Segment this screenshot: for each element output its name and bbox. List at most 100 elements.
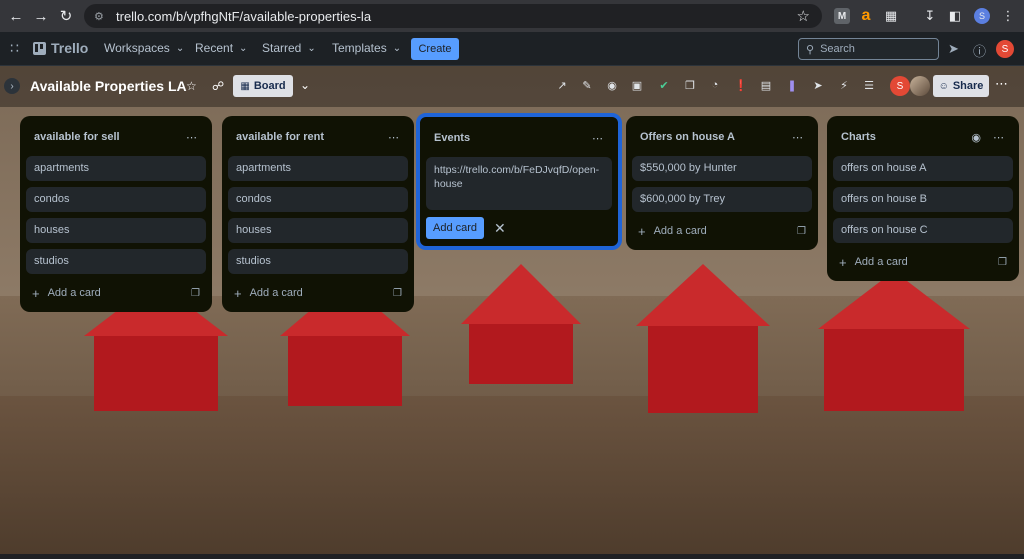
- copy-powerup-icon[interactable]: ❐: [683, 79, 697, 92]
- address-bar[interactable]: ⚙ trello.com/b/vpfhgNtF/available-proper…: [84, 4, 822, 28]
- card[interactable]: studios: [228, 249, 408, 274]
- url-text: trello.com/b/vpfhgNtF/available-properti…: [116, 8, 372, 24]
- list-charts[interactable]: Charts ◉ ⋯ offers on house A offers on h…: [827, 116, 1019, 281]
- extensions-puzzle-icon[interactable]: ▦: [881, 6, 901, 26]
- browser-menu-icon[interactable]: ⋮: [998, 6, 1018, 26]
- list-title[interactable]: Charts: [841, 131, 876, 143]
- app-switcher-icon[interactable]: ∷: [10, 41, 24, 55]
- site-settings-icon[interactable]: ⚙: [94, 10, 110, 23]
- add-card-button[interactable]: + Add a card: [638, 224, 707, 239]
- card[interactable]: $600,000 by Trey: [632, 187, 812, 212]
- list-actions-icon[interactable]: ⋯: [792, 131, 804, 144]
- search-input[interactable]: ⚲ Search: [798, 38, 939, 60]
- member-photo-avatar[interactable]: [910, 76, 930, 96]
- calendar-powerup-icon[interactable]: ▤: [759, 79, 773, 92]
- automation-icon[interactable]: ⚡: [837, 79, 851, 92]
- card[interactable]: offers on house C: [833, 218, 1013, 243]
- powerup-share-icon[interactable]: ↗: [555, 79, 569, 92]
- list-title[interactable]: available for rent: [236, 131, 324, 143]
- list-header: Charts ◉ ⋯: [833, 124, 1013, 150]
- views-chevron-down-icon[interactable]: ⌄: [300, 78, 310, 92]
- list-title[interactable]: available for sell: [34, 131, 120, 143]
- list-available-for-sell[interactable]: available for sell ⋯ apartments condos h…: [20, 116, 212, 312]
- extension-m-icon[interactable]: M: [834, 8, 850, 24]
- filter-icon[interactable]: ☰: [862, 79, 876, 92]
- check-powerup-icon[interactable]: ✔: [657, 79, 671, 92]
- list-actions-icon[interactable]: ⋯: [993, 131, 1005, 144]
- add-card-submit-button[interactable]: Add card: [426, 217, 484, 239]
- download-icon[interactable]: ↧: [920, 6, 940, 26]
- menu-starred[interactable]: Starred ⌄: [262, 41, 316, 55]
- github-powerup-icon[interactable]: ◉: [605, 79, 619, 92]
- add-card-row: + Add a card ❐: [833, 249, 1013, 275]
- member-avatar[interactable]: S: [890, 76, 910, 96]
- card[interactable]: houses: [228, 218, 408, 243]
- image-powerup-icon[interactable]: ▣: [630, 79, 644, 92]
- list-header: available for rent ⋯: [228, 124, 408, 150]
- notifications-icon[interactable]: ➤: [948, 41, 959, 57]
- amazon-extension-icon[interactable]: a: [856, 6, 876, 26]
- stack-powerup-icon[interactable]: ❚: [785, 79, 799, 92]
- menu-templates[interactable]: Templates ⌄: [332, 41, 401, 55]
- share-button[interactable]: ☺ Share: [933, 75, 989, 97]
- alert-powerup-icon[interactable]: ❗: [734, 79, 748, 92]
- card[interactable]: condos: [228, 187, 408, 212]
- card-title-textarea[interactable]: https://trello.com/b/FeDJvqfD/open-house: [426, 157, 612, 210]
- browser-profile-avatar[interactable]: S: [974, 8, 990, 24]
- add-card-button[interactable]: + Add a card: [839, 255, 908, 270]
- board-view-button[interactable]: ▦ Board: [233, 75, 293, 97]
- star-board-icon[interactable]: ☆: [186, 79, 197, 93]
- add-card-button[interactable]: + Add a card: [234, 286, 303, 301]
- list-actions-icon[interactable]: ⋯: [592, 132, 604, 145]
- add-card-row: + Add a card ❐: [26, 280, 206, 306]
- trello-logo[interactable]: Trello: [33, 40, 88, 56]
- create-from-template-icon[interactable]: ❐: [191, 288, 200, 299]
- list-events[interactable]: Events ⋯ https://trello.com/b/FeDJvqfD/o…: [416, 113, 622, 250]
- list-offers-on-house-a[interactable]: Offers on house A ⋯ $550,000 by Hunter $…: [626, 116, 818, 250]
- create-from-template-icon[interactable]: ❐: [797, 226, 806, 237]
- trello-header: ∷ Trello Workspaces ⌄ Recent ⌄ Starred ⌄ Te…: [0, 32, 1024, 66]
- add-card-row: + Add a card ❐: [228, 280, 408, 306]
- card[interactable]: condos: [26, 187, 206, 212]
- chevron-down-icon: ⌄: [175, 42, 185, 54]
- card[interactable]: apartments: [228, 156, 408, 181]
- add-card-button[interactable]: + Add a card: [32, 286, 101, 301]
- card[interactable]: offers on house A: [833, 156, 1013, 181]
- reload-icon[interactable]: ↻: [53, 3, 79, 29]
- chart-powerup-icon[interactable]: ◔: [708, 79, 722, 91]
- card[interactable]: $550,000 by Hunter: [632, 156, 812, 181]
- menu-workspaces[interactable]: Workspaces ⌄: [104, 41, 184, 55]
- list-title[interactable]: Events: [434, 132, 470, 144]
- menu-recent[interactable]: Recent ⌄: [195, 41, 247, 55]
- card[interactable]: offers on house B: [833, 187, 1013, 212]
- trello-logo-icon: [33, 41, 46, 55]
- close-icon[interactable]: ✕: [494, 220, 506, 237]
- powerup-pin-icon[interactable]: ✎: [580, 79, 594, 92]
- list-available-for-rent[interactable]: available for rent ⋯ apartments condos h…: [222, 116, 414, 312]
- list-header: available for sell ⋯: [26, 124, 206, 150]
- send-powerup-icon[interactable]: ➤: [811, 79, 825, 92]
- help-icon[interactable]: ⓘ: [973, 41, 986, 60]
- back-icon[interactable]: ←: [3, 3, 29, 29]
- list-title[interactable]: Offers on house A: [640, 131, 735, 143]
- list-actions-icon[interactable]: ⋯: [388, 131, 400, 144]
- expand-sidebar-icon[interactable]: ›: [4, 78, 20, 94]
- visibility-lock-icon[interactable]: ☍: [212, 79, 224, 93]
- bookmark-star-icon[interactable]: ☆: [797, 7, 810, 25]
- card[interactable]: apartments: [26, 156, 206, 181]
- create-from-template-icon[interactable]: ❐: [998, 257, 1007, 268]
- card[interactable]: houses: [26, 218, 206, 243]
- account-avatar[interactable]: S: [996, 40, 1014, 58]
- forward-icon[interactable]: →: [28, 3, 54, 29]
- card[interactable]: studios: [26, 249, 206, 274]
- plus-icon: +: [234, 285, 242, 301]
- plus-icon: +: [839, 254, 847, 270]
- list-actions-icon[interactable]: ⋯: [186, 131, 198, 144]
- board-title[interactable]: Available Properties LA: [30, 78, 187, 94]
- background-table: [0, 396, 1024, 554]
- side-panel-icon[interactable]: ◧: [945, 6, 965, 26]
- board-menu-icon[interactable]: ⋯: [995, 76, 1008, 92]
- create-button[interactable]: Create: [411, 38, 459, 60]
- board-view-icon: ▦: [240, 80, 250, 92]
- create-from-template-icon[interactable]: ❐: [393, 288, 402, 299]
